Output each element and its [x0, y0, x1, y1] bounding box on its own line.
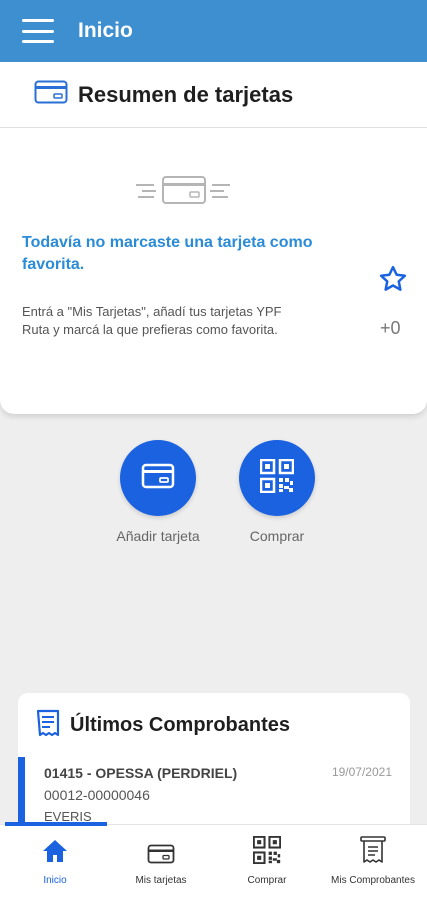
qr-code-icon — [259, 458, 295, 498]
card-icon — [147, 844, 175, 869]
qr-icon — [252, 835, 282, 869]
credit-card-icon — [34, 80, 68, 109]
credit-card-icon — [141, 463, 175, 494]
add-card-action[interactable]: Añadir tarjeta — [103, 440, 213, 544]
no-favorite-headline: Todavía no marcaste una tarjeta como fav… — [22, 234, 313, 273]
page-title: Inicio — [78, 19, 133, 42]
nav-label-inicio: Inicio — [43, 875, 67, 886]
favorite-count: +0 — [380, 318, 401, 338]
nav-label-mis-comprobantes: Mis Comprobantes — [331, 875, 415, 886]
card-summary-title: Resumen de tarjetas — [78, 81, 294, 107]
add-card-label: Añadir tarjeta — [116, 528, 200, 544]
receipts-card: Últimos Comprobantes 01415 - OPESSA (PER… — [18, 693, 410, 833]
app-bar: Inicio — [0, 0, 427, 62]
card-summary-header: Resumen de tarjetas — [0, 62, 427, 128]
favorite-card-panel: Todavía no marcaste una tarjeta como fav… — [0, 128, 427, 414]
bottom-navigation: Inicio Mis tarjetas Comprar Mis Comproba… — [0, 822, 427, 900]
buy-label: Comprar — [249, 528, 305, 544]
active-tab-indicator — [5, 822, 107, 826]
receipt-icon — [360, 836, 386, 869]
star-icon[interactable] — [378, 264, 408, 299]
empty-card-illustration-icon — [136, 174, 232, 211]
nav-item-inicio[interactable]: Inicio — [2, 839, 108, 886]
receipt-date: 19/07/2021 — [331, 765, 392, 779]
nav-item-comprar[interactable]: Comprar — [214, 835, 320, 886]
nav-label-mis-tarjetas: Mis tarjetas — [135, 875, 187, 886]
receipts-title: Últimos Comprobantes — [70, 713, 291, 736]
buy-button[interactable] — [239, 440, 315, 516]
menu-icon[interactable] — [22, 19, 54, 43]
receipts-header: Últimos Comprobantes — [18, 693, 410, 757]
nav-item-mis-tarjetas[interactable]: Mis tarjetas — [108, 839, 214, 886]
receipt-number: 00012-00000046 — [44, 787, 150, 803]
receipt-icon — [36, 709, 60, 742]
nav-item-mis-comprobantes[interactable]: Mis Comprobantes — [320, 836, 426, 886]
receipt-station: 01415 - OPESSA (PERDRIEL) — [44, 765, 238, 781]
nav-label-comprar: Comprar — [247, 875, 287, 886]
add-card-button[interactable] — [120, 440, 196, 516]
no-favorite-description: Entrá a "Mis Tarjetas", añadí tus tarjet… — [22, 304, 282, 337]
buy-action[interactable]: Comprar — [222, 440, 332, 544]
home-icon — [41, 838, 69, 869]
